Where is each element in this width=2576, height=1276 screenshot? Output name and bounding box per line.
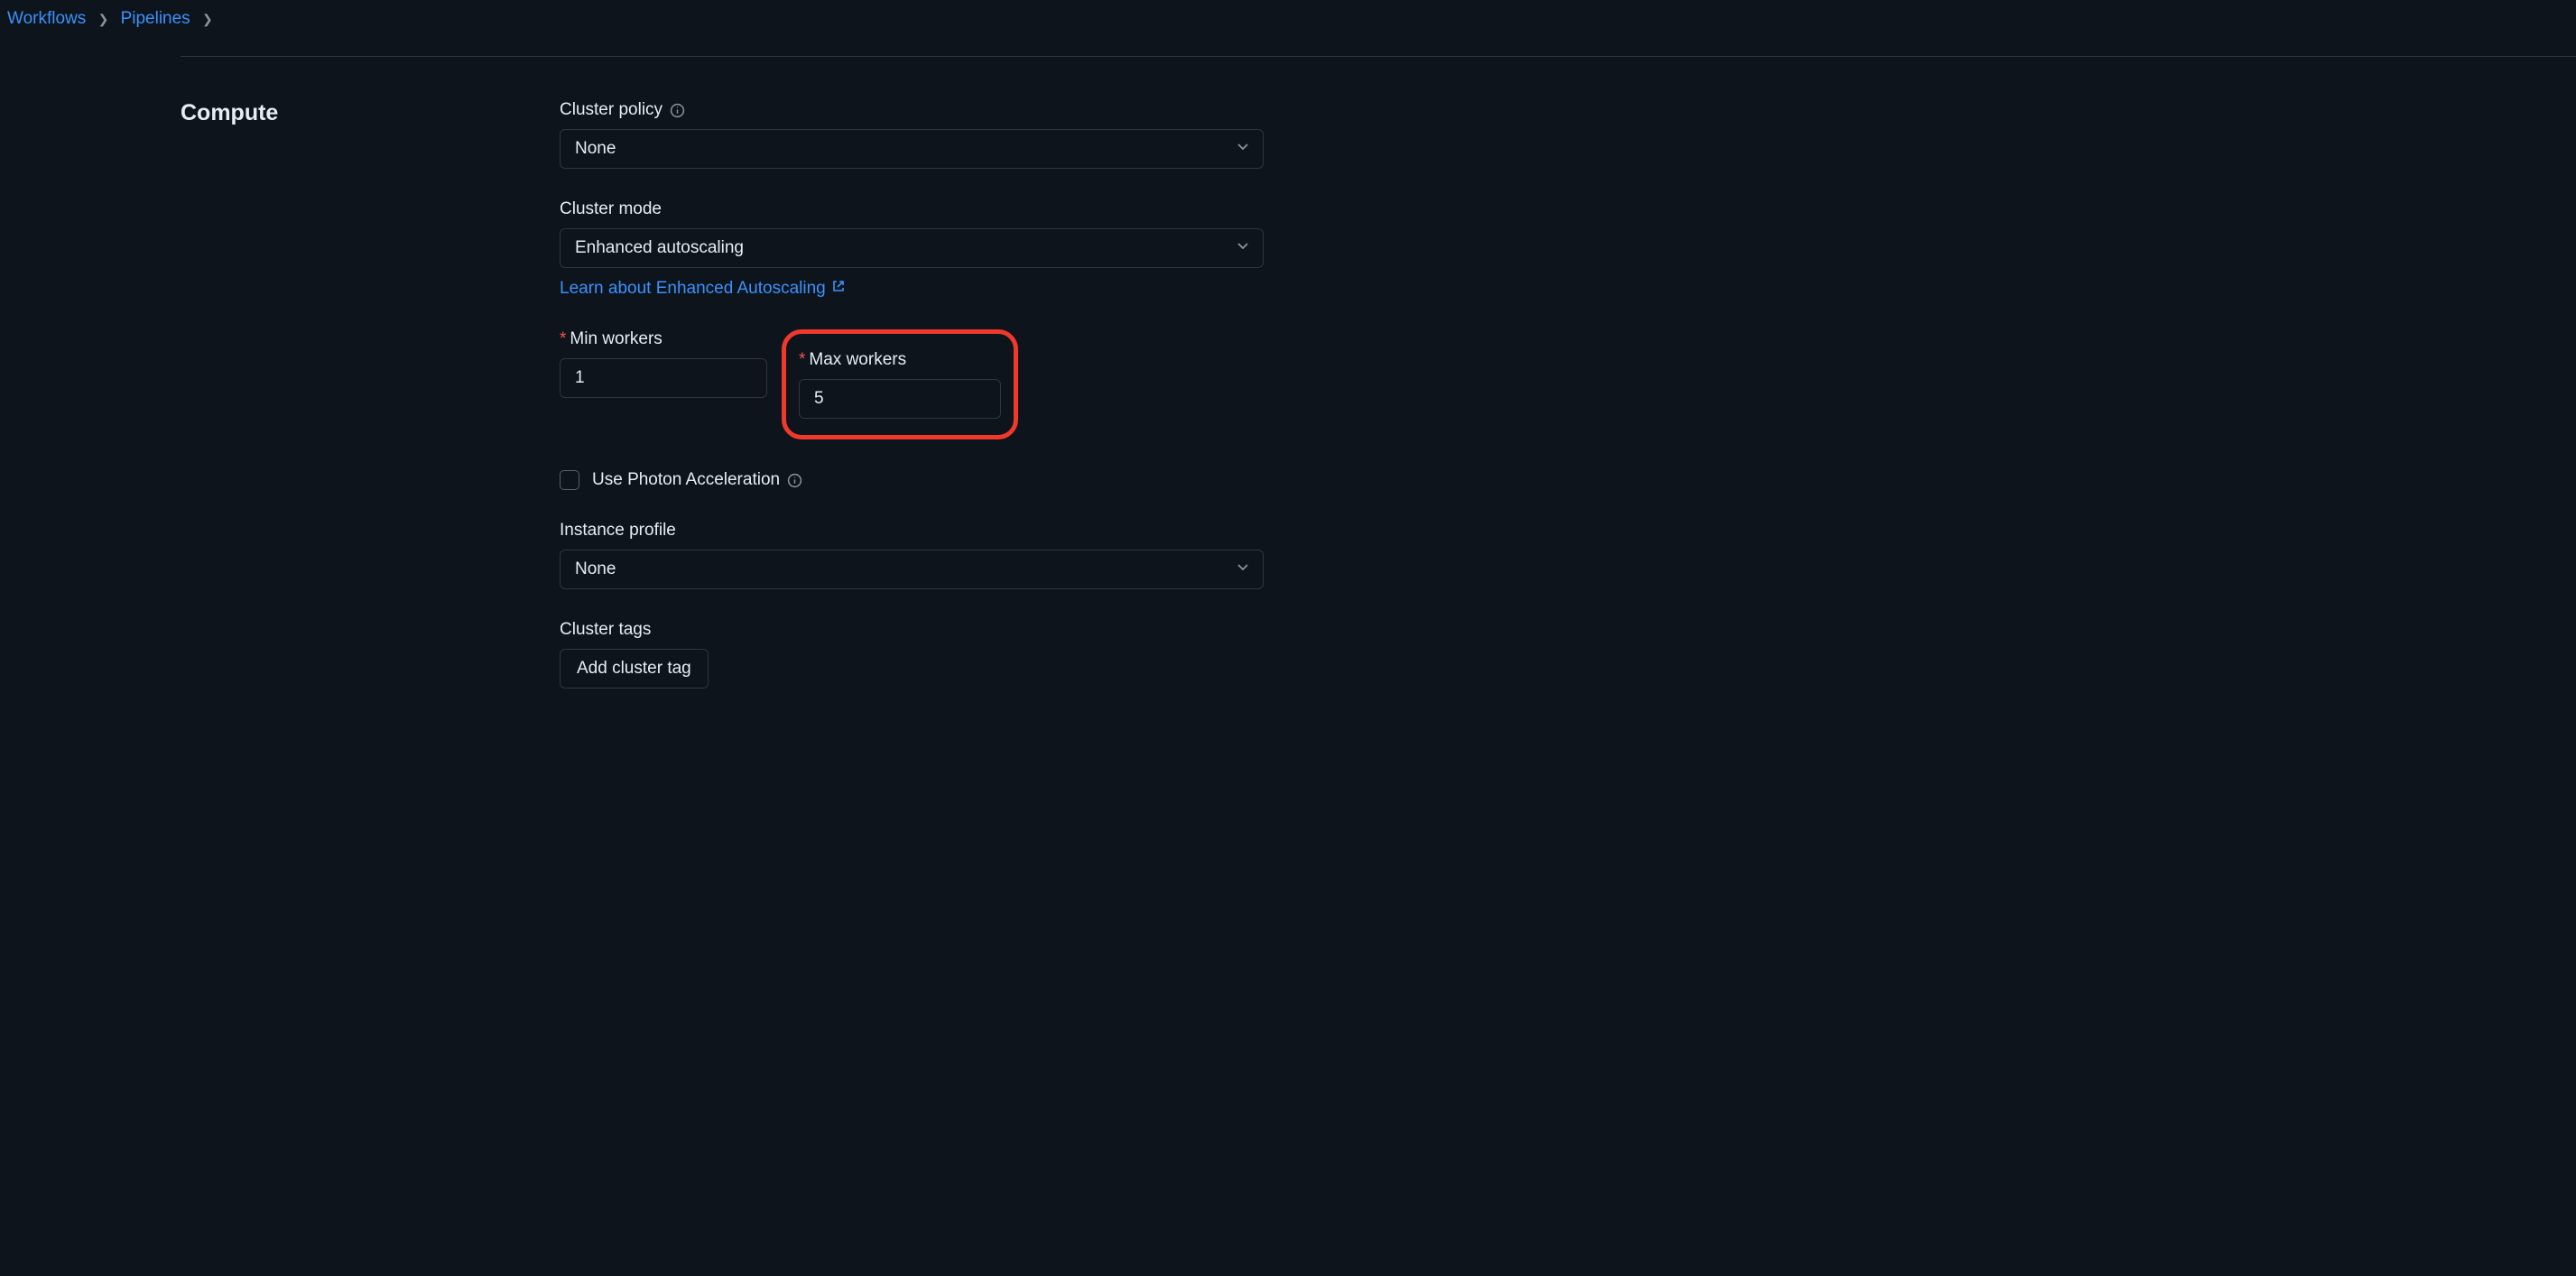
cluster-tags-label: Cluster tags	[560, 620, 1264, 640]
min-workers-input[interactable]	[560, 358, 767, 398]
workers-row: *Min workers *Max workers	[560, 329, 1264, 439]
enhanced-autoscaling-link-text: Learn about Enhanced Autoscaling	[560, 279, 826, 299]
max-workers-label-text: Max workers	[809, 350, 906, 369]
cluster-policy-label: Cluster policy	[560, 100, 685, 120]
cluster-tags-field: Cluster tags Add cluster tag	[560, 620, 1264, 689]
section-heading-col: Compute	[181, 100, 560, 719]
instance-profile-select[interactable]: None	[560, 550, 1264, 589]
info-icon[interactable]	[670, 103, 685, 118]
max-workers-field: *Max workers	[799, 350, 1001, 419]
instance-profile-label: Instance profile	[560, 521, 1264, 541]
photon-label-text: Use Photon Acceleration	[592, 470, 780, 490]
add-cluster-tag-button[interactable]: Add cluster tag	[560, 649, 709, 689]
breadcrumb-workflows[interactable]: Workflows	[7, 9, 86, 28]
cluster-policy-label-text: Cluster policy	[560, 100, 663, 120]
cluster-policy-select[interactable]: None	[560, 129, 1264, 169]
instance-profile-field: Instance profile None	[560, 521, 1264, 589]
max-workers-input[interactable]	[799, 379, 1001, 419]
form-col: Cluster policy None Cluster mode Enhance…	[560, 100, 1264, 719]
chevron-down-icon	[1236, 238, 1250, 258]
content: Compute Cluster policy None Cluster mode…	[0, 57, 2576, 719]
info-icon[interactable]	[787, 473, 802, 488]
breadcrumb: Workflows ❯ Pipelines ❯	[0, 0, 2576, 38]
chevron-down-icon	[1236, 139, 1250, 159]
external-link-icon	[831, 279, 846, 299]
chevron-down-icon	[1236, 559, 1250, 579]
enhanced-autoscaling-link[interactable]: Learn about Enhanced Autoscaling	[560, 279, 846, 299]
photon-label: Use Photon Acceleration	[592, 470, 802, 490]
cluster-mode-select[interactable]: Enhanced autoscaling	[560, 228, 1264, 268]
chevron-right-icon: ❯	[91, 12, 116, 26]
instance-profile-value: None	[575, 559, 616, 579]
photon-checkbox[interactable]	[560, 470, 579, 490]
cluster-mode-value: Enhanced autoscaling	[575, 238, 744, 258]
cluster-mode-field: Cluster mode Enhanced autoscaling Learn …	[560, 199, 1264, 299]
min-workers-label: *Min workers	[560, 329, 767, 349]
max-workers-highlight: *Max workers	[782, 329, 1018, 439]
section-title: Compute	[181, 100, 560, 126]
cluster-policy-field: Cluster policy None	[560, 100, 1264, 169]
chevron-right-icon: ❯	[195, 12, 220, 26]
cluster-policy-value: None	[575, 139, 616, 159]
photon-field: Use Photon Acceleration	[560, 470, 1264, 490]
min-workers-field: *Min workers	[560, 329, 767, 439]
cluster-mode-label: Cluster mode	[560, 199, 1264, 219]
breadcrumb-pipelines[interactable]: Pipelines	[121, 9, 190, 28]
required-asterisk: *	[560, 329, 566, 348]
min-workers-label-text: Min workers	[570, 329, 662, 348]
max-workers-label: *Max workers	[799, 350, 1001, 370]
required-asterisk: *	[799, 350, 805, 369]
